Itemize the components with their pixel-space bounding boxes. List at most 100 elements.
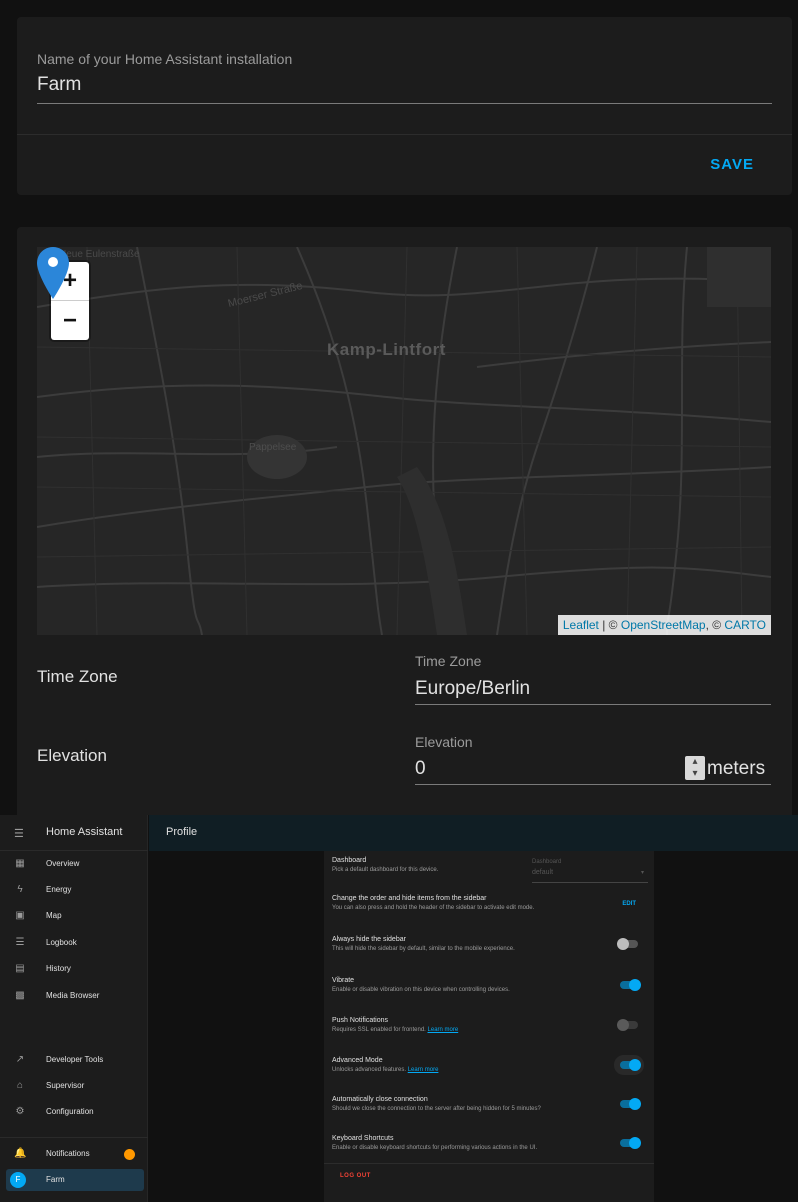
- sidebar-item-label: Media Browser: [46, 991, 100, 1000]
- pref-desc: Enable or disable keyboard shortcuts for…: [332, 1145, 538, 1151]
- sidebar-item-configuration[interactable]: ⚙ Configuration: [0, 1101, 148, 1125]
- sidebar-item-label: Energy: [46, 885, 72, 894]
- pref-desc: This will hide the sidebar by default, s…: [332, 946, 515, 952]
- pref-desc-text: Unlocks advanced features.: [332, 1067, 407, 1073]
- elevation-input[interactable]: 0: [415, 758, 426, 780]
- card-divider: [17, 134, 792, 135]
- learn-more-link[interactable]: Learn more: [428, 1027, 459, 1033]
- card-divider: [324, 1163, 654, 1164]
- sidebar-header: ☰ Home Assistant: [0, 815, 148, 851]
- timezone-select[interactable]: Europe/Berlin: [415, 678, 530, 700]
- avatar: F: [10, 1172, 26, 1188]
- timezone-field-label: Time Zone: [415, 653, 482, 669]
- carto-link[interactable]: CARTO: [724, 618, 766, 632]
- attribution-separator: , ©: [705, 618, 725, 632]
- pref-desc: Pick a default dashboard for this device…: [332, 867, 439, 873]
- elevation-row-label: Elevation: [37, 746, 107, 765]
- map-streets: [37, 247, 771, 635]
- pref-desc: Requires SSL enabled for frontend. Learn…: [332, 1027, 458, 1033]
- page-title: Profile: [166, 826, 198, 838]
- developer-tools-icon: ↗: [15, 1054, 25, 1065]
- location-map[interactable]: Neue Eulenstraße Moerser Straße Kamp-Lin…: [37, 247, 771, 635]
- general-config-panel: Name of your Home Assistant installation…: [0, 0, 798, 815]
- save-button[interactable]: SAVE: [710, 156, 754, 173]
- sidebar-item-label: Logbook: [46, 938, 77, 947]
- bell-icon: 🔔: [14, 1148, 27, 1159]
- sidebar-item-label: Configuration: [46, 1107, 94, 1116]
- top-app-bar: Profile: [149, 815, 798, 851]
- sidebar-item-label: Overview: [46, 859, 80, 868]
- dashboard-select[interactable]: Dashboard default ▾: [532, 859, 648, 883]
- pref-desc: Unlocks advanced features. Learn more: [332, 1067, 438, 1073]
- pref-title: Push Notifications: [332, 1017, 389, 1024]
- push-notifications-toggle[interactable]: [617, 1019, 638, 1031]
- pref-title: Vibrate: [332, 977, 355, 984]
- keyboard-shortcuts-toggle[interactable]: [620, 1137, 641, 1149]
- timezone-underline: [415, 704, 771, 705]
- pref-desc: You can also press and hold the header o…: [332, 905, 535, 911]
- gear-icon: ⚙: [15, 1106, 25, 1117]
- sidebar-user-label: Farm: [46, 1175, 65, 1184]
- name-input[interactable]: Farm: [37, 74, 81, 96]
- sidebar-item-supervisor[interactable]: ⌂ Supervisor: [0, 1075, 148, 1099]
- sidebar-item-developer-tools[interactable]: ↗ Developer Tools: [0, 1049, 148, 1073]
- name-input-underline: [37, 103, 772, 104]
- zoom-out-button[interactable]: −: [51, 301, 89, 340]
- sidebar-item-overview[interactable]: ▦ Overview: [0, 853, 148, 877]
- map-city-label: Kamp-Lintfort: [327, 340, 446, 359]
- sidebar: ☰ Home Assistant ▦ Overview ϟ Energy ▣ M…: [0, 815, 148, 1202]
- sidebar-item-map[interactable]: ▣ Map: [0, 905, 148, 929]
- attribution-separator: | ©: [598, 618, 621, 632]
- osm-link[interactable]: OpenStreetMap: [621, 618, 706, 632]
- name-card: Name of your Home Assistant installation…: [17, 17, 792, 195]
- sidebar-item-history[interactable]: ▤ History: [0, 958, 148, 982]
- sidebar-item-label: History: [46, 964, 71, 973]
- vibrate-toggle[interactable]: [620, 979, 641, 991]
- sidebar-item-label: Notifications: [46, 1149, 90, 1158]
- map-attribution: Leaflet | © OpenStreetMap, © CARTO: [557, 615, 771, 635]
- supervisor-icon: ⌂: [16, 1080, 24, 1091]
- menu-icon[interactable]: ☰: [14, 827, 24, 840]
- history-icon: ▤: [15, 963, 25, 974]
- name-field-label: Name of your Home Assistant installation: [37, 51, 293, 67]
- sidebar-item-energy[interactable]: ϟ Energy: [0, 879, 148, 903]
- elevation-field-label: Elevation: [415, 734, 473, 750]
- pref-title: Keyboard Shortcuts: [332, 1135, 394, 1142]
- overview-icon: ▦: [15, 858, 25, 869]
- sidebar-item-label: Developer Tools: [46, 1055, 104, 1064]
- map-street-label: Neue Eulenstraße: [59, 249, 140, 260]
- advanced-mode-toggle[interactable]: [620, 1059, 641, 1071]
- notification-badge: [124, 1149, 135, 1160]
- profile-screen: ☰ Home Assistant ▦ Overview ϟ Energy ▣ M…: [0, 815, 798, 1202]
- always-hide-sidebar-toggle[interactable]: [617, 938, 638, 950]
- sidebar-item-notifications[interactable]: 🔔 Notifications: [0, 1143, 148, 1167]
- pref-desc: Enable or disable vibration on this devi…: [332, 987, 510, 993]
- elevation-underline: [415, 784, 771, 785]
- sidebar-divider: [0, 1137, 148, 1138]
- media-browser-icon: ▩: [15, 990, 25, 1001]
- edit-sidebar-button[interactable]: EDIT: [622, 901, 636, 907]
- pref-title: Advanced Mode: [332, 1057, 383, 1064]
- leaflet-link[interactable]: Leaflet: [563, 618, 599, 632]
- dashboard-select-value: default: [532, 869, 554, 876]
- map-icon: ▣: [15, 910, 25, 921]
- logout-button[interactable]: LOG OUT: [340, 1173, 371, 1179]
- sidebar-item-logbook[interactable]: ☰ Logbook: [0, 932, 148, 956]
- sidebar-item-media-browser[interactable]: ▩ Media Browser: [0, 985, 148, 1009]
- location-card: Neue Eulenstraße Moerser Straße Kamp-Lin…: [17, 227, 792, 815]
- dashboard-select-label: Dashboard: [532, 859, 562, 865]
- elevation-stepper[interactable]: ▴ ▾: [685, 756, 705, 780]
- sidebar-item-label: Map: [46, 911, 62, 920]
- logbook-icon: ☰: [15, 937, 25, 948]
- timezone-row-label: Time Zone: [37, 667, 118, 686]
- map-marker-icon[interactable]: [37, 247, 69, 299]
- learn-more-link[interactable]: Learn more: [408, 1067, 439, 1073]
- auto-close-toggle[interactable]: [620, 1098, 641, 1110]
- chevron-down-icon: ▾: [640, 870, 644, 876]
- elevation-unit: meters: [707, 758, 766, 779]
- pref-title: Always hide the sidebar: [332, 936, 406, 943]
- profile-card: Dashboard Pick a default dashboard for t…: [324, 851, 654, 1202]
- sidebar-item-user[interactable]: F Farm: [6, 1169, 144, 1191]
- pref-title: Automatically close connection: [332, 1096, 428, 1103]
- energy-icon: ϟ: [17, 884, 23, 895]
